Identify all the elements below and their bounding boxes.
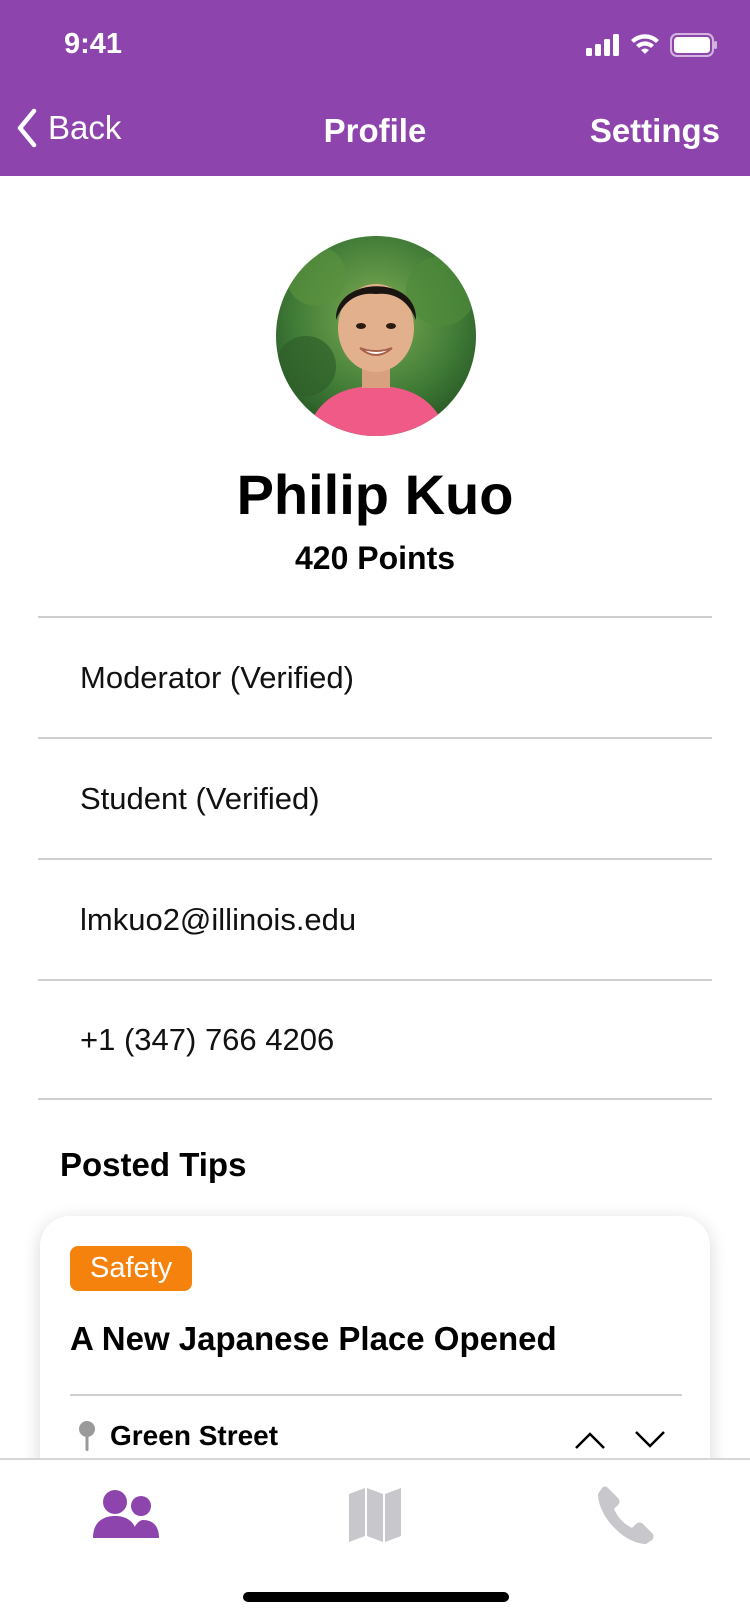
signal-icon: [586, 34, 619, 56]
downvote-chevron-icon[interactable]: [634, 1430, 666, 1450]
phone-number[interactable]: +1 (347) 766 4206: [38, 979, 712, 1100]
map-icon: [349, 1488, 401, 1542]
tip-category-badge: Safety: [70, 1246, 193, 1291]
status-icons: [586, 30, 718, 60]
battery-icon: [670, 33, 717, 57]
avatar-photo: [276, 236, 476, 436]
email[interactable]: lmkuo2@illinois.edu: [38, 858, 712, 979]
profile-points: 420 Points: [294, 540, 456, 576]
profile-info-list: Moderator (Verified) Student (Verified) …: [38, 616, 712, 1100]
tip-location: Green Street: [78, 1420, 278, 1452]
profile-screen: 9:41 Back Profile Settings Philip Kuo 42…: [0, 0, 750, 1624]
phone-icon: [598, 1486, 654, 1544]
role-student: Student (Verified): [38, 737, 712, 858]
tab-map[interactable]: [330, 1480, 420, 1550]
people-icon: [93, 1490, 159, 1538]
header: 9:41 Back Profile Settings: [0, 0, 750, 176]
tip-title: A New Japanese Place Opened: [70, 1320, 557, 1357]
posted-tips-title: Posted Tips: [60, 1146, 247, 1183]
status-time: 9:41: [64, 28, 123, 60]
tab-phone[interactable]: [580, 1480, 670, 1550]
pin-icon: [79, 1421, 95, 1451]
profile-name: Philip Kuo: [236, 463, 514, 526]
tab-people[interactable]: [80, 1480, 170, 1550]
tip-votes: [574, 1430, 666, 1450]
settings-button[interactable]: Settings: [590, 112, 720, 150]
wifi-icon: [631, 34, 659, 54]
role-moderator: Moderator (Verified): [38, 616, 712, 737]
home-indicator: [243, 1592, 509, 1602]
upvote-chevron-icon[interactable]: [574, 1430, 606, 1450]
avatar: [276, 236, 476, 436]
tip-location-text: Green Street: [110, 1420, 279, 1451]
tip-divider: [70, 1394, 682, 1396]
